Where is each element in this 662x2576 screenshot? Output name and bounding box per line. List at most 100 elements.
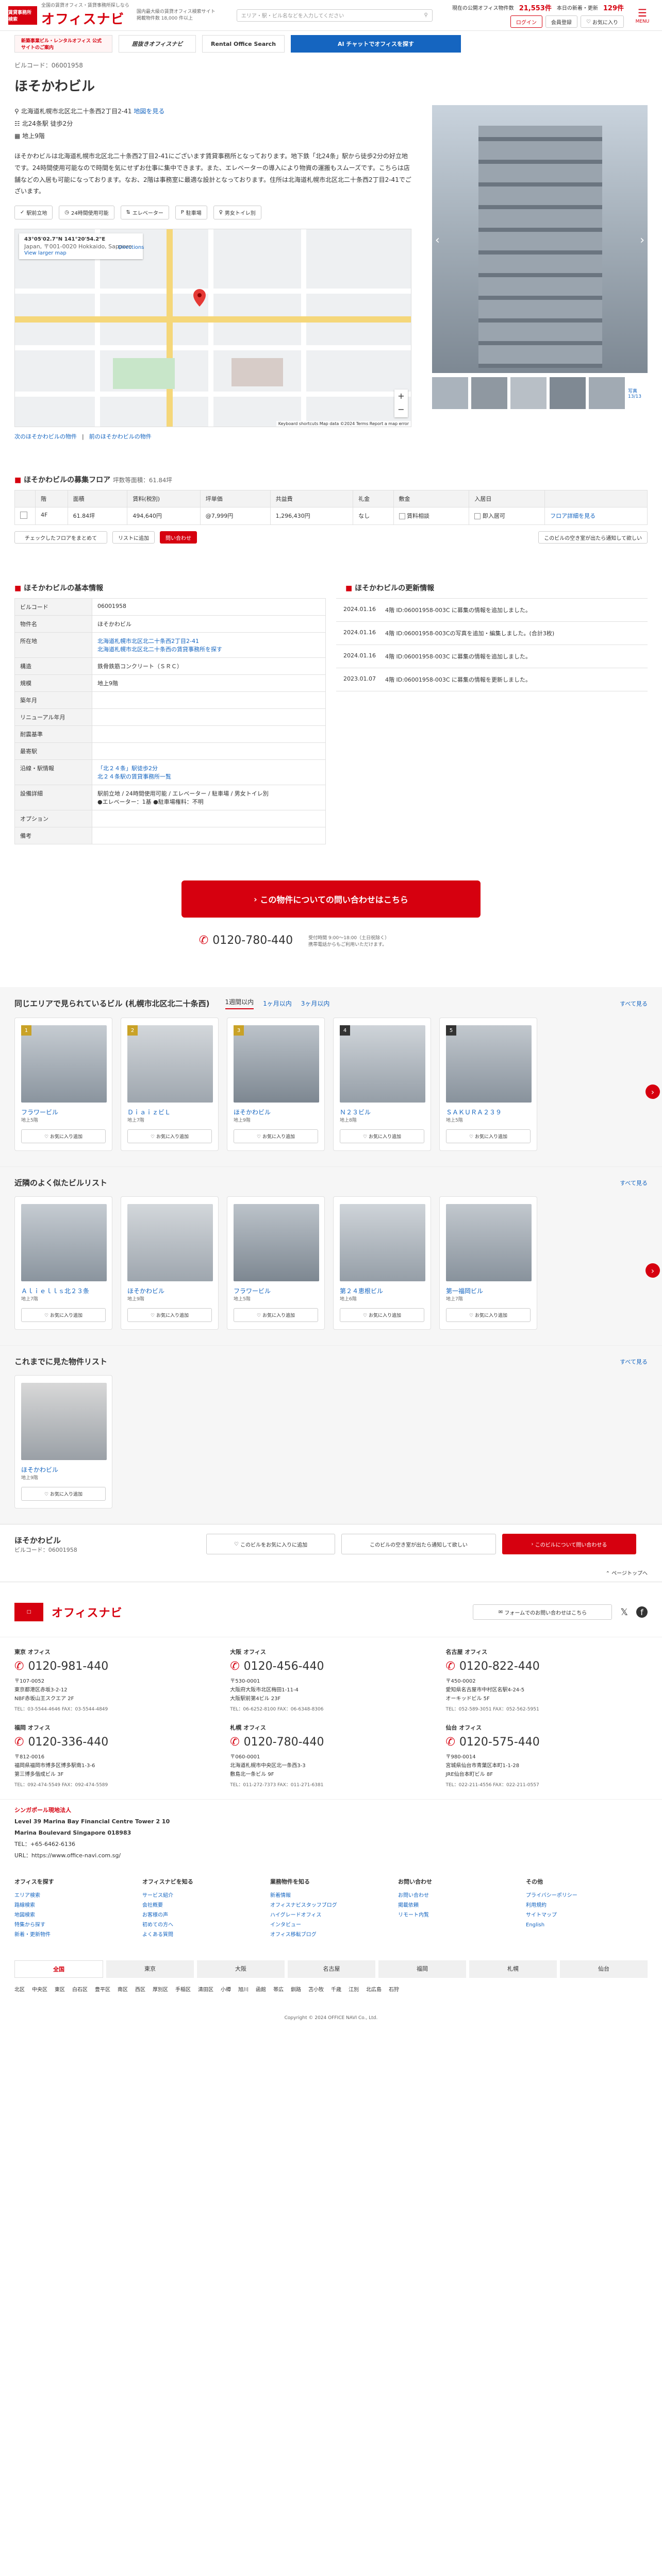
thumbnail[interactable]: [471, 377, 507, 409]
city-tab[interactable]: 全国: [14, 1960, 103, 1978]
zoom-in-icon[interactable]: +: [394, 389, 408, 403]
office-phone[interactable]: ✆ 0120-456-440: [230, 1660, 431, 1673]
ward-link[interactable]: 千歳: [331, 1985, 341, 1993]
office-phone[interactable]: ✆ 0120-780-440: [230, 1736, 431, 1749]
fav-button[interactable]: ♡ お気に入り追加: [21, 1487, 106, 1501]
footer-link[interactable]: 地図検索: [14, 1912, 35, 1918]
building-card[interactable]: 5 ＳＡＫＵＲＡ２３９ 地上5階 ♡ お気に入り追加: [439, 1018, 537, 1151]
ward-link[interactable]: 豊平区: [95, 1985, 110, 1993]
notify-button[interactable]: このビルの空き室が出たら通知して欲しい: [538, 531, 648, 544]
ward-link[interactable]: 北広島: [366, 1985, 382, 1993]
carousel-next-icon[interactable]: ›: [646, 1084, 660, 1099]
main-photo[interactable]: ‹ ›: [432, 105, 648, 373]
ward-link[interactable]: 函館: [256, 1985, 266, 1993]
page-top-link[interactable]: ⌃ ページトップへ: [0, 1564, 662, 1583]
footer-link[interactable]: オフィス移転ブログ: [270, 1932, 317, 1938]
city-tab[interactable]: 札幌: [469, 1960, 557, 1978]
footer-link[interactable]: よくある質問: [142, 1932, 173, 1938]
sticky-contact-button[interactable]: › このビルについて問い合わせる: [502, 1534, 636, 1555]
ward-link[interactable]: 白石区: [72, 1985, 88, 1993]
near-more-link[interactable]: すべて見る: [620, 1179, 648, 1187]
ward-link[interactable]: 厚別区: [153, 1985, 168, 1993]
history-seen-more[interactable]: すべて見る: [620, 1358, 648, 1366]
footer-link[interactable]: 新着情報: [270, 1893, 291, 1899]
ward-link[interactable]: 釧路: [291, 1985, 301, 1993]
row-checkbox[interactable]: [20, 512, 27, 519]
carousel-next-icon[interactable]: ›: [646, 1263, 660, 1278]
banner-rental-search[interactable]: Rental Office Search: [202, 35, 285, 53]
tab-3month[interactable]: 3ヶ月以内: [301, 999, 330, 1008]
footer-link[interactable]: エリア検索: [14, 1893, 40, 1899]
banner-official[interactable]: 新築事業ビル・レンタルオフィス 公式サイトのご案内: [14, 35, 112, 53]
building-card[interactable]: 4 Ｎ２３ビル 地上8階 ♡ お気に入り追加: [333, 1018, 431, 1151]
banner-inuki[interactable]: 居抜きオフィスナビ: [119, 35, 196, 53]
footer-link[interactable]: 路線検索: [14, 1903, 35, 1908]
footer-link[interactable]: 掲載依頼: [398, 1903, 419, 1908]
footer-form-button[interactable]: ✉ フォームでのお問い合わせはこちら: [473, 1604, 613, 1620]
move-checkbox[interactable]: [474, 513, 481, 520]
fav-button[interactable]: ♡ お気に入り追加: [446, 1129, 531, 1144]
city-tab[interactable]: 福岡: [378, 1960, 466, 1978]
banner-ai-chat[interactable]: AI チャットでオフィスを探す: [291, 35, 461, 53]
map-view-larger[interactable]: View larger map: [24, 250, 67, 256]
footer-link[interactable]: 特集から探す: [14, 1922, 45, 1928]
footer-link[interactable]: ハイグレードオフィス: [270, 1912, 321, 1918]
fav-button[interactable]: ♡ お気に入り追加: [127, 1308, 212, 1323]
card-name[interactable]: ほそかわビル: [127, 1286, 212, 1295]
ward-link[interactable]: 江別: [349, 1985, 359, 1993]
favorites-button[interactable]: ♡ お気に入り: [580, 15, 624, 28]
photo-prev-icon[interactable]: ‹: [435, 234, 440, 247]
footer-link[interactable]: English: [526, 1922, 544, 1928]
ward-link[interactable]: 小樽: [221, 1985, 231, 1993]
card-name[interactable]: ＤｉａｉｚビＬ: [127, 1108, 212, 1116]
footer-link[interactable]: オフィスナビスタッフブログ: [270, 1903, 337, 1908]
history-card[interactable]: ほそかわビル 地上9階 ♡ お気に入り追加: [14, 1375, 112, 1509]
ward-link[interactable]: 旭川: [238, 1985, 249, 1993]
city-tab[interactable]: 名古屋: [288, 1960, 375, 1978]
building-card[interactable]: ほそかわビル 地上9階 ♡ お気に入り追加: [121, 1196, 219, 1330]
card-name[interactable]: 第一福岡ビル: [446, 1286, 531, 1295]
map[interactable]: 43°05'02.7"N 141°20'54.2"E Japan, 〒001-0…: [14, 229, 411, 428]
card-name[interactable]: Ｎ２３ビル: [340, 1108, 424, 1116]
footer-link[interactable]: 利用規約: [526, 1903, 547, 1908]
footer-link[interactable]: インタビュー: [270, 1922, 301, 1928]
ward-link[interactable]: 西区: [135, 1985, 145, 1993]
building-card[interactable]: Ａｌｉｅｌｌｓ北２３条 地上7階 ♡ お気に入り追加: [14, 1196, 112, 1330]
thumbnail[interactable]: [589, 377, 625, 409]
ward-link[interactable]: 苫小牧: [308, 1985, 324, 1993]
building-card[interactable]: 第一福岡ビル 地上7階 ♡ お気に入り追加: [439, 1196, 537, 1330]
inquiry-button[interactable]: › この物件についての問い合わせはこちら: [181, 880, 481, 918]
footer-link[interactable]: 新着・更新物件: [14, 1932, 51, 1938]
footer-link[interactable]: サイトマップ: [526, 1912, 557, 1918]
tab-1month[interactable]: 1ヶ月以内: [263, 999, 292, 1008]
footer-link[interactable]: リモート内覧: [398, 1912, 429, 1918]
search-input[interactable]: エリア・駅・ビル名などを入力してください ⚲: [236, 9, 433, 22]
map-zoom[interactable]: + −: [394, 389, 408, 418]
card-name[interactable]: Ａｌｉｅｌｌｓ北２３条: [21, 1286, 106, 1295]
search-icon[interactable]: ⚲: [424, 12, 428, 18]
zoom-out-icon[interactable]: −: [394, 403, 408, 416]
ward-link[interactable]: 手稲区: [175, 1985, 191, 1993]
thumbnail[interactable]: [510, 377, 547, 409]
seen-more-link[interactable]: すべて見る: [620, 999, 648, 1008]
building-card[interactable]: 2 ＤｉａｉｚビＬ 地上7階 ♡ お気に入り追加: [121, 1018, 219, 1151]
city-tab[interactable]: 仙台: [560, 1960, 648, 1978]
cta-phone[interactable]: ✆ 0120-780-440: [199, 934, 293, 947]
card-name[interactable]: フラワービル: [21, 1108, 106, 1116]
check-all-button[interactable]: チェックしたフロアをまとめて: [14, 531, 107, 544]
building-card[interactable]: 3 ほそかわビル 地上9階 ♡ お気に入り追加: [227, 1018, 325, 1151]
ward-link[interactable]: 北区: [14, 1985, 25, 1993]
fav-button[interactable]: ♡ お気に入り追加: [446, 1308, 531, 1323]
ward-link[interactable]: 石狩: [389, 1985, 399, 1993]
photo-next-icon[interactable]: ›: [640, 234, 644, 247]
floor-detail-link[interactable]: フロア詳細を見る: [550, 513, 595, 519]
fav-button[interactable]: ♡ お気に入り追加: [127, 1129, 212, 1144]
office-phone[interactable]: ✆ 0120-336-440: [14, 1736, 216, 1749]
building-card[interactable]: 1 フラワービル 地上5階 ♡ お気に入り追加: [14, 1018, 112, 1151]
office-phone[interactable]: ✆ 0120-981-440: [14, 1660, 216, 1673]
city-tab[interactable]: 大阪: [197, 1960, 285, 1978]
facebook-icon[interactable]: f: [636, 1606, 648, 1618]
menu-button[interactable]: ☰ MENU: [631, 7, 654, 24]
fav-button[interactable]: ♡ お気に入り追加: [21, 1129, 106, 1144]
login-button[interactable]: ログイン: [510, 15, 542, 28]
